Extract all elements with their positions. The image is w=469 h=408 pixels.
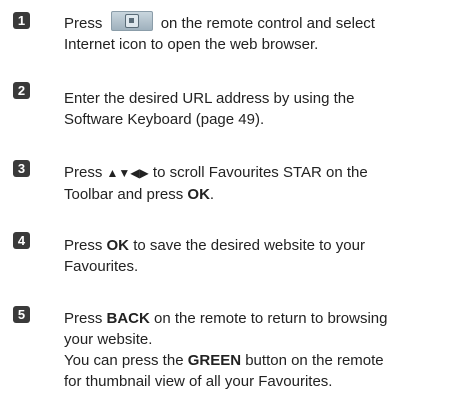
step-number-badge: 2 bbox=[13, 82, 30, 99]
text-fragment: Press bbox=[64, 237, 103, 254]
step-line: Press on the remote control and select bbox=[64, 11, 464, 34]
step-line: Internet icon to open the web browser. bbox=[64, 36, 319, 53]
text-fragment: to save the desired website to your bbox=[133, 237, 365, 254]
ok-key-label: OK bbox=[106, 237, 130, 254]
text-fragment: Press bbox=[64, 15, 103, 32]
step-number-badge: 4 bbox=[13, 232, 30, 249]
text-fragment: . bbox=[209, 186, 215, 203]
text-fragment: Toolbar and press bbox=[64, 186, 184, 203]
step-line: Press ▲▼◀▶ to scroll Favourites STAR on … bbox=[64, 162, 464, 184]
text-fragment: You can press the bbox=[64, 352, 184, 369]
back-key-label: BACK bbox=[106, 310, 150, 327]
text-fragment: on the remote to return to browsing bbox=[154, 310, 388, 327]
text-fragment: button on the remote bbox=[245, 352, 384, 369]
ok-key-label: OK bbox=[187, 186, 210, 203]
direction-arrows-icon: ▲▼◀▶ bbox=[106, 166, 149, 180]
step-line: Software Keyboard (page 49). bbox=[64, 111, 265, 128]
step-line: Enter the desired URL address by using t… bbox=[64, 90, 355, 107]
text-fragment: on the remote control and select bbox=[160, 15, 375, 32]
step-line: Toolbar and press OK. bbox=[64, 184, 464, 205]
step-text: Press OK to save the desired website to … bbox=[64, 235, 464, 277]
step-number-badge: 5 bbox=[13, 306, 30, 323]
step-line: your website. bbox=[64, 331, 153, 348]
internet-remote-button-icon bbox=[110, 11, 153, 31]
text-fragment: Press bbox=[64, 310, 103, 327]
step-text: Press ▲▼◀▶ to scroll Favourites STAR on … bbox=[64, 162, 464, 205]
text-fragment: Press bbox=[64, 164, 103, 181]
step-number-badge: 1 bbox=[13, 12, 30, 29]
step-line: Press BACK on the remote to return to br… bbox=[64, 308, 464, 329]
green-key-label: GREEN bbox=[187, 352, 242, 369]
step-text: Enter the desired URL address by using t… bbox=[64, 88, 464, 130]
step-number-badge: 3 bbox=[13, 160, 30, 177]
step-line: Favourites. bbox=[64, 258, 139, 275]
step-line: Press OK to save the desired website to … bbox=[64, 235, 464, 256]
step-line: for thumbnail view of all your Favourite… bbox=[64, 373, 333, 390]
text-fragment: to scroll Favourites STAR on the bbox=[152, 164, 368, 181]
step-line: You can press the GREEN button on the re… bbox=[64, 350, 464, 371]
step-text: Press on the remote control and select I… bbox=[64, 11, 464, 55]
step-text: Press BACK on the remote to return to br… bbox=[64, 308, 464, 392]
